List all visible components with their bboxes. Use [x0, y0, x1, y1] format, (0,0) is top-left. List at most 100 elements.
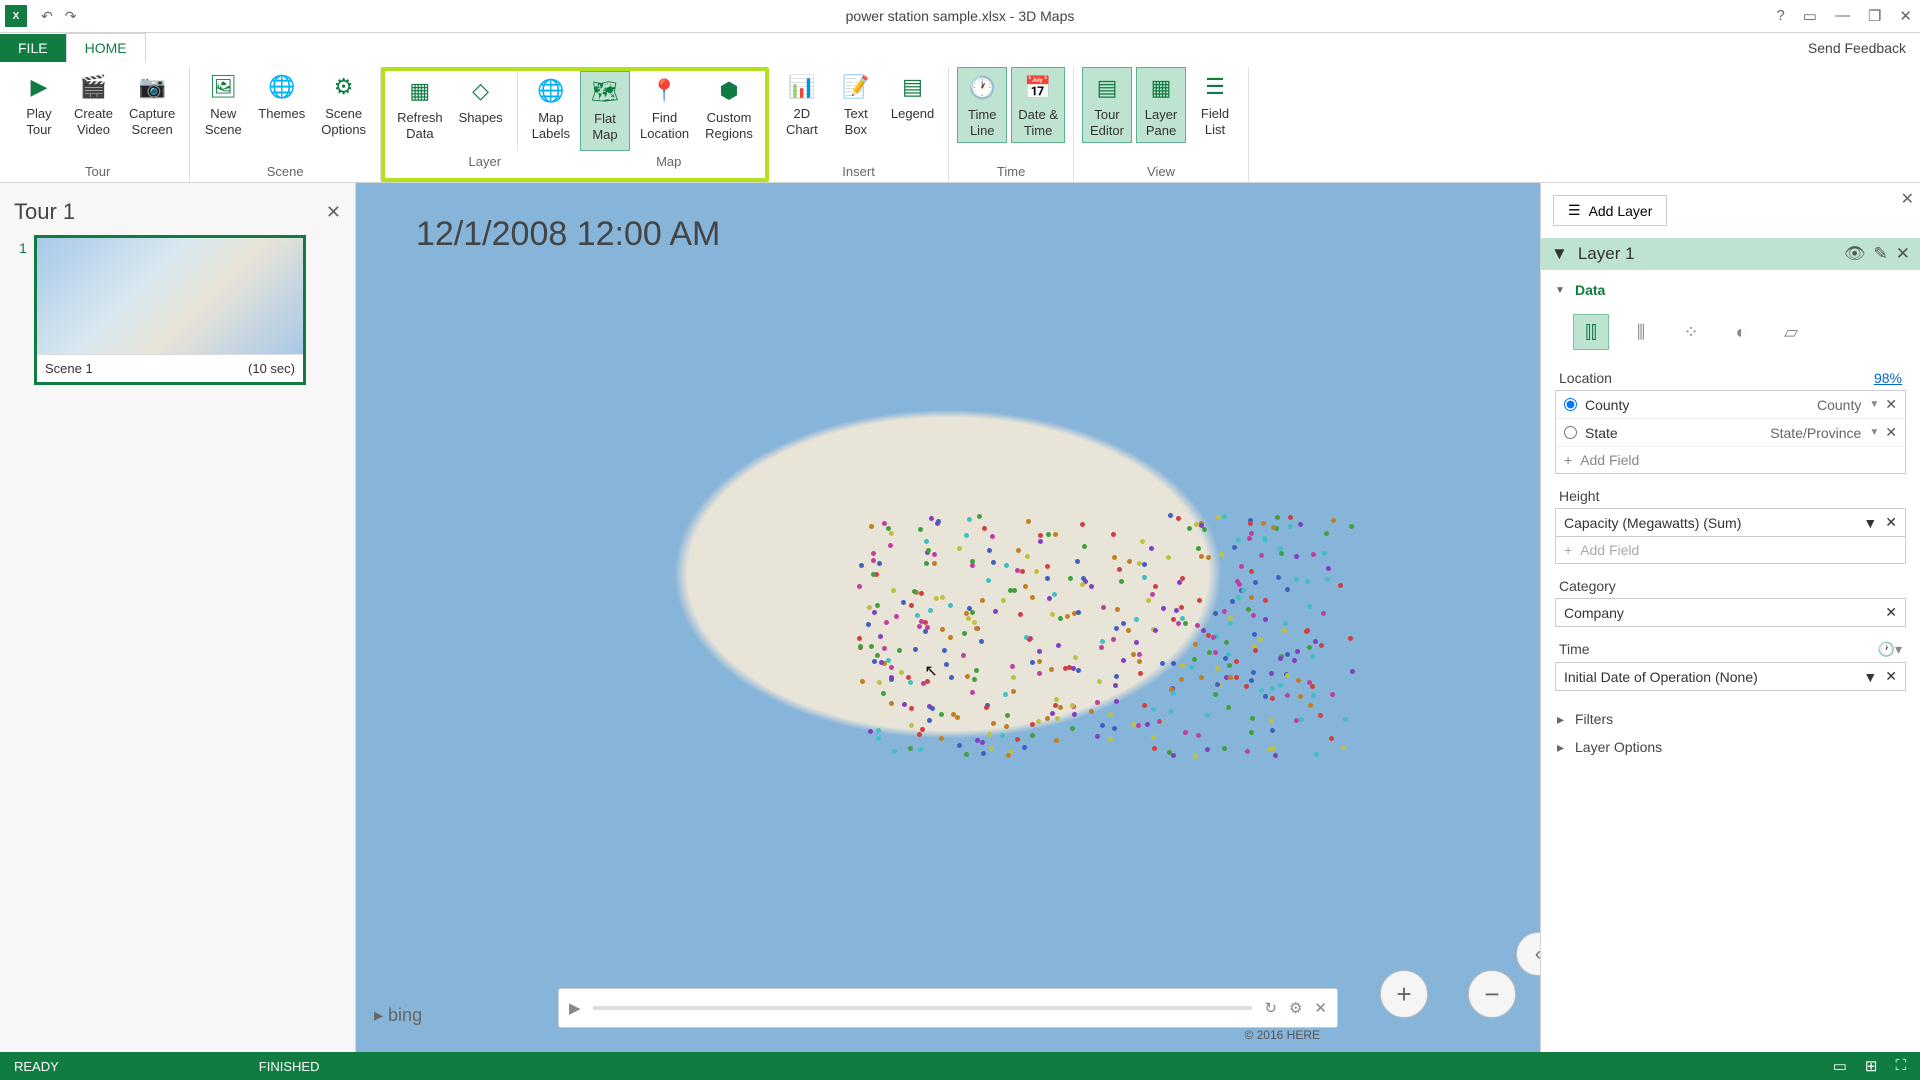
field-list-button[interactable]: ☰Field List	[1190, 67, 1240, 143]
maximize-icon[interactable]: ❐	[1868, 7, 1881, 25]
play-icon[interactable]: ▶	[569, 999, 581, 1017]
tour-editor-button[interactable]: ▤Tour Editor	[1082, 67, 1132, 143]
ribbon-tabs: FILE HOME Send Feedback	[0, 33, 1920, 63]
scene-number: 1	[19, 240, 27, 256]
custom-regions-button[interactable]: ⬢Custom Regions	[699, 71, 759, 151]
layer-header[interactable]: ▼ Layer 1 👁 ✎ ✕	[1541, 238, 1920, 270]
legend-button[interactable]: ▤Legend	[885, 67, 940, 141]
scene-options-button[interactable]: ⚙Scene Options	[315, 67, 372, 141]
remove-icon[interactable]: ✕	[1885, 604, 1897, 621]
undo-icon[interactable]: ↶	[41, 8, 53, 25]
close-icon[interactable]: ✕	[1899, 7, 1912, 25]
view-fullscreen-icon[interactable]: ⛶	[1895, 1057, 1906, 1075]
remove-icon[interactable]: ✕	[1885, 668, 1897, 685]
close-layer-panel-icon[interactable]: ✕	[1901, 189, 1914, 209]
tab-file[interactable]: FILE	[0, 34, 66, 62]
time-line-button[interactable]: 🕐Time Line	[957, 67, 1007, 143]
ribbon-options-icon[interactable]: ▭	[1803, 7, 1817, 25]
redo-icon[interactable]: ↷	[65, 8, 77, 25]
settings-icon[interactable]: ⚙	[1289, 999, 1302, 1017]
capture-screen-button[interactable]: 📷Capture Screen	[123, 67, 181, 141]
excel-icon: X	[5, 5, 27, 27]
help-icon[interactable]: ?	[1776, 7, 1784, 25]
location-label: Location	[1559, 370, 1612, 386]
tab-home[interactable]: HOME	[66, 33, 146, 63]
refresh-data-button[interactable]: ▦Refresh Data	[391, 71, 449, 151]
height-field[interactable]: Capacity (Megawatts) (Sum) ▼ ✕	[1555, 508, 1906, 537]
shapes-button[interactable]: ◇Shapes	[453, 71, 509, 151]
layers-icon: ☰	[1568, 202, 1581, 219]
tour-panel: Tour 1 ✕ 1 Scene 1 (10 sec)	[0, 183, 356, 1052]
window-title: power station sample.xlsx - 3D Maps	[846, 8, 1075, 24]
remove-icon[interactable]: ✕	[1885, 424, 1897, 441]
2d-chart-button[interactable]: 📊2D Chart	[777, 67, 827, 141]
group-insert: 📊2D Chart 📝Text Box ▤Legend Insert	[769, 67, 949, 182]
chevron-down-icon[interactable]: ▼	[1863, 515, 1877, 531]
layer-options-section[interactable]: Layer Options	[1555, 733, 1906, 761]
copyright: © 2016 HERE	[1244, 1028, 1320, 1042]
data-section[interactable]: Data	[1555, 278, 1906, 306]
remove-icon[interactable]: ✕	[1885, 396, 1897, 413]
scene-card[interactable]: 1 Scene 1 (10 sec)	[34, 235, 306, 385]
filters-section[interactable]: Filters	[1555, 705, 1906, 733]
find-location-button[interactable]: 📍Find Location	[634, 71, 695, 151]
state-radio[interactable]	[1564, 426, 1577, 439]
map-view[interactable]: 12/1/2008 12:00 AM ↖ ⌃ ‹ › ⌄ + − ▶ ↻ ⚙ ✕…	[356, 183, 1540, 1052]
visibility-icon[interactable]: 👁	[1844, 244, 1866, 264]
timeline-track[interactable]	[593, 1006, 1253, 1010]
location-row-county[interactable]: County County ▼ ✕	[1556, 391, 1905, 419]
view-pagelayout-icon[interactable]: ⊞	[1865, 1057, 1878, 1075]
delete-layer-icon[interactable]: ✕	[1896, 244, 1910, 264]
chevron-down-icon: ▼	[1551, 244, 1568, 264]
flat-map-button[interactable]: 🗺Flat Map	[580, 71, 630, 151]
viz-region[interactable]: ▱	[1773, 314, 1809, 350]
layer-panel: ✕ ☰Add Layer ▼ Layer 1 👁 ✎ ✕ Data ⫿⫿ ⫼ ⁘…	[1540, 183, 1920, 1052]
location-row-state[interactable]: State State/Province ▼ ✕	[1556, 419, 1905, 447]
close-timeline-icon[interactable]: ✕	[1314, 999, 1327, 1017]
send-feedback[interactable]: Send Feedback	[1808, 40, 1906, 56]
add-location-field[interactable]: +Add Field	[1556, 447, 1905, 473]
location-pct[interactable]: 98%	[1874, 370, 1902, 386]
height-label: Height	[1559, 488, 1599, 504]
group-tour: ▶Play Tour 🎬Create Video 📷Capture Screen…	[6, 67, 190, 182]
zoom-in-button[interactable]: +	[1380, 970, 1428, 1018]
bing-logo: ▸ bing	[374, 1005, 422, 1026]
time-options-icon[interactable]: 🕐▾	[1878, 641, 1902, 658]
minimize-icon[interactable]: —	[1835, 7, 1850, 25]
location-fields: County County ▼ ✕ State State/Province ▼…	[1555, 390, 1906, 474]
scene-name: Scene 1	[45, 361, 93, 376]
new-scene-button[interactable]: 🖼New Scene	[198, 67, 248, 141]
layer-pane-button[interactable]: ▦Layer Pane	[1136, 67, 1186, 143]
group-scene: 🖼New Scene 🌐Themes ⚙Scene Options Scene	[190, 67, 381, 182]
ribbon: ▶Play Tour 🎬Create Video 📷Capture Screen…	[0, 63, 1920, 183]
remove-icon[interactable]: ✕	[1885, 514, 1897, 531]
category-label: Category	[1559, 578, 1616, 594]
view-normal-icon[interactable]: ▭	[1833, 1057, 1847, 1075]
create-video-button[interactable]: 🎬Create Video	[68, 67, 119, 141]
chevron-down-icon[interactable]: ▼	[1863, 669, 1877, 685]
timeline-control[interactable]: ▶ ↻ ⚙ ✕	[558, 988, 1338, 1028]
map-timestamp: 12/1/2008 12:00 AM	[416, 215, 720, 254]
date-time-button[interactable]: 📅Date & Time	[1011, 67, 1065, 143]
zoom-out-button[interactable]: −	[1468, 970, 1516, 1018]
chevron-down-icon[interactable]: ▼	[1869, 427, 1879, 438]
loop-icon[interactable]: ↻	[1264, 999, 1277, 1017]
text-box-button[interactable]: 📝Text Box	[831, 67, 881, 141]
time-field[interactable]: Initial Date of Operation (None) ▼ ✕	[1555, 662, 1906, 691]
themes-button[interactable]: 🌐Themes	[252, 67, 311, 141]
chevron-down-icon[interactable]: ▼	[1869, 399, 1879, 410]
viz-heatmap[interactable]: ◐	[1723, 314, 1759, 350]
add-layer-button[interactable]: ☰Add Layer	[1553, 195, 1667, 226]
rename-icon[interactable]: ✎	[1874, 244, 1888, 264]
play-tour-button[interactable]: ▶Play Tour	[14, 67, 64, 141]
viz-clustered-column[interactable]: ⫼	[1623, 314, 1659, 350]
county-radio[interactable]	[1564, 398, 1577, 411]
category-field[interactable]: Company ✕	[1555, 598, 1906, 627]
add-height-field[interactable]: +Add Field	[1555, 537, 1906, 564]
viz-stacked-column[interactable]: ⫿⫿	[1573, 314, 1609, 350]
group-time: 🕐Time Line 📅Date & Time Time	[949, 67, 1074, 182]
status-ready: READY	[14, 1059, 59, 1074]
map-labels-button[interactable]: 🌐Map Labels	[526, 71, 576, 151]
close-tour-icon[interactable]: ✕	[326, 202, 341, 223]
viz-bubble[interactable]: ⁘	[1673, 314, 1709, 350]
